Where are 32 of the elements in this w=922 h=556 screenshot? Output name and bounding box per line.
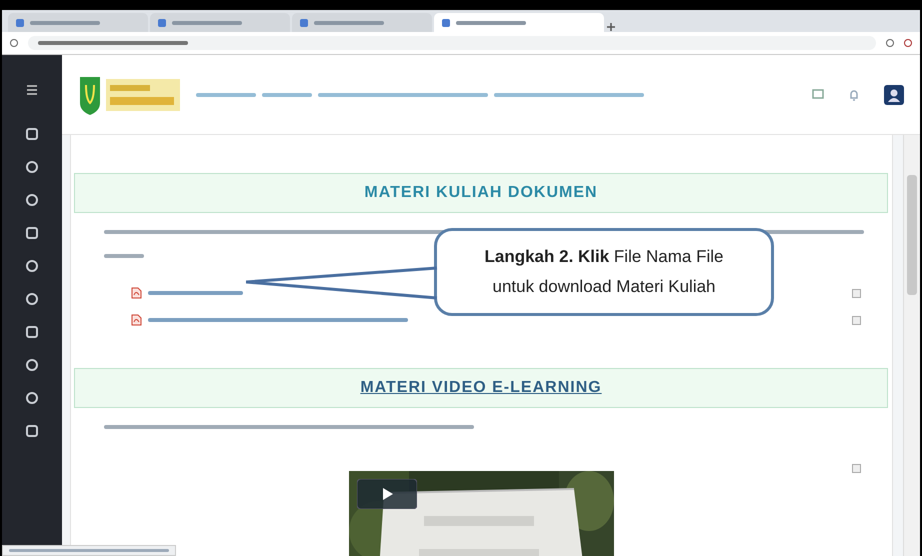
chat-icon[interactable] bbox=[812, 88, 824, 100]
menu-item-icon[interactable] bbox=[26, 359, 38, 371]
menu-item-icon[interactable] bbox=[26, 425, 38, 437]
browser-tab[interactable] bbox=[8, 13, 148, 32]
menu-item-icon[interactable] bbox=[26, 128, 38, 140]
menu-item-icon[interactable] bbox=[26, 194, 38, 206]
checkbox-icon[interactable] bbox=[852, 464, 861, 473]
menu-item-icon[interactable] bbox=[26, 260, 38, 272]
browser-tab[interactable] bbox=[150, 13, 290, 32]
avatar-icon[interactable] bbox=[884, 84, 904, 104]
browser-tab[interactable] bbox=[434, 13, 604, 32]
checkbox-icon[interactable] bbox=[852, 316, 861, 324]
section-title[interactable]: MATERI VIDEO E-LEARNING bbox=[360, 379, 602, 397]
menu-item-icon[interactable] bbox=[26, 227, 38, 239]
menu-item-icon[interactable] bbox=[26, 293, 38, 305]
callout-text: Langkah 2. Klik File Nama File untuk download Materi Kuliah bbox=[483, 246, 724, 298]
blurred-text-drawing bbox=[104, 254, 144, 258]
browser-tab[interactable] bbox=[292, 13, 432, 32]
new-tab-icon[interactable] bbox=[606, 22, 616, 32]
address-bar[interactable] bbox=[28, 36, 876, 50]
blurred-text-drawing bbox=[196, 92, 256, 96]
pdf-file-icon bbox=[131, 287, 142, 299]
scrollbar[interactable] bbox=[903, 135, 920, 556]
menu-icon[interactable] bbox=[26, 85, 38, 95]
menu-item-icon[interactable] bbox=[26, 392, 38, 404]
checkbox-icon[interactable] bbox=[852, 288, 861, 298]
menu-item-icon[interactable] bbox=[26, 326, 38, 338]
section-title: MATERI KULIAH DOKUMEN bbox=[364, 184, 598, 202]
menu-item-icon[interactable] bbox=[26, 161, 38, 173]
pdf-file-icon bbox=[131, 314, 142, 326]
play-button[interactable] bbox=[356, 479, 416, 509]
blurred-text-drawing bbox=[262, 92, 312, 96]
